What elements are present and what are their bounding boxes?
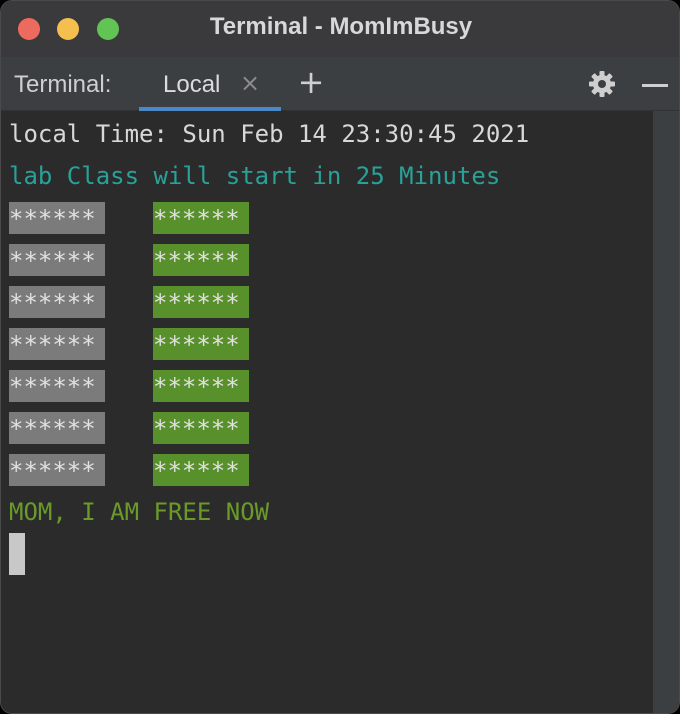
tool-window-label: Terminal: [14, 71, 112, 98]
green-block: ****** [153, 202, 249, 234]
green-block: ****** [153, 328, 249, 360]
window-title: Terminal - MomImBusy [209, 13, 473, 40]
gear-icon[interactable] [588, 70, 616, 98]
gray-block: ****** [9, 286, 105, 318]
gray-block: ****** [9, 244, 105, 276]
lab-class-line: lab Class will start in 25 Minutes [9, 162, 501, 190]
plus-icon[interactable]: + [297, 65, 325, 99]
green-block: ****** [153, 286, 249, 318]
text-cursor [9, 533, 25, 575]
gray-block: ****** [9, 454, 105, 486]
gray-block: ****** [9, 328, 105, 360]
green-block: ****** [153, 370, 249, 402]
terminal-window: Terminal - MomImBusy Terminal: Local × + [0, 0, 680, 714]
gray-block: ****** [9, 412, 105, 444]
close-icon[interactable]: × [240, 69, 260, 97]
terminal-tab-bar: Terminal: Local × + [1, 57, 679, 111]
vertical-scrollbar[interactable] [653, 111, 679, 713]
title-bar[interactable]: Terminal - MomImBusy [1, 1, 679, 57]
terminal-output[interactable]: local Time: Sun Feb 14 23:30:45 2021 lab… [1, 111, 653, 713]
gray-block: ****** [9, 202, 105, 234]
gray-block: ****** [9, 370, 105, 402]
minimize-icon[interactable] [642, 84, 668, 87]
green-block: ****** [153, 454, 249, 486]
tab-label: Local [163, 71, 221, 98]
green-block: ****** [153, 412, 249, 444]
green-block: ****** [153, 244, 249, 276]
tab-local[interactable]: Local × [139, 57, 281, 111]
local-time-line: local Time: Sun Feb 14 23:30:45 2021 [9, 120, 530, 148]
free-now-line: MOM, I AM FREE NOW [9, 498, 270, 526]
